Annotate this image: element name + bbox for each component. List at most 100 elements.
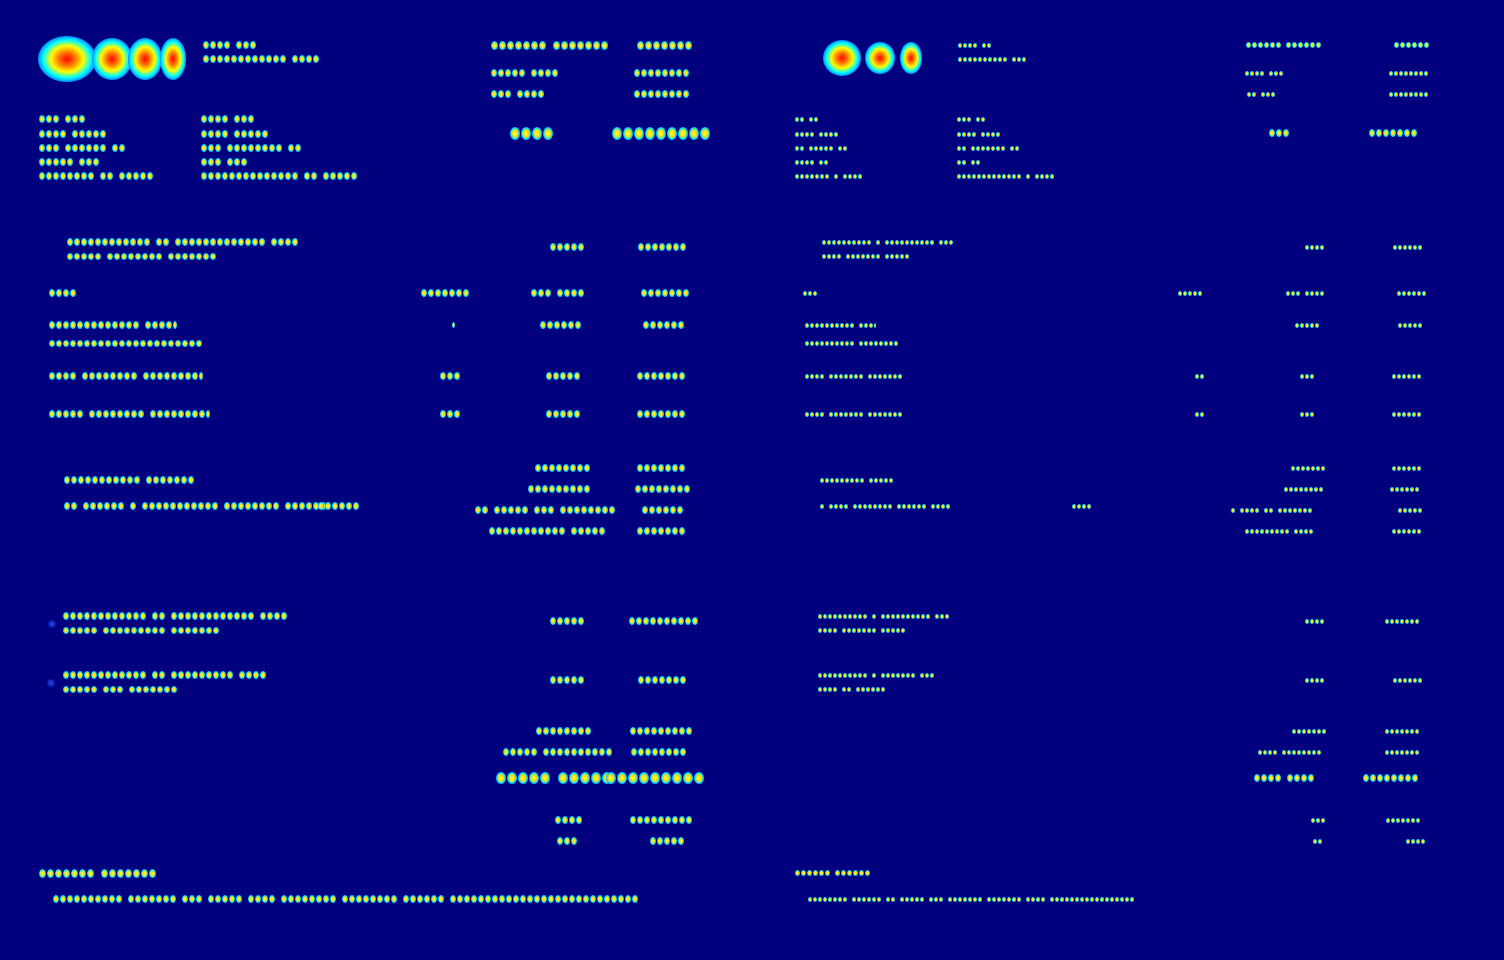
glyph-row xyxy=(795,145,847,151)
glyph-row xyxy=(958,42,991,48)
glyph-row xyxy=(555,816,582,824)
glyph-row xyxy=(1392,465,1421,471)
glyph-row xyxy=(1305,618,1324,624)
glyph-row xyxy=(1390,486,1419,492)
glyph-row xyxy=(557,837,577,845)
glyph-row xyxy=(550,676,584,684)
hotspot-blob xyxy=(900,42,922,74)
glyph-row xyxy=(818,613,949,619)
glyph-row xyxy=(1392,411,1421,417)
glyph-row xyxy=(203,55,319,63)
glyph-row xyxy=(957,145,1019,151)
glyph-row xyxy=(64,502,326,510)
glyph-row xyxy=(64,476,194,484)
glyph-row xyxy=(818,686,885,692)
glyph-row xyxy=(63,626,219,634)
glyph-row xyxy=(491,40,608,50)
glyph-row xyxy=(606,772,704,784)
glyph-row xyxy=(1245,70,1283,76)
glyph-row xyxy=(1269,129,1289,137)
hotspot-blob xyxy=(865,42,895,74)
glyph-row xyxy=(39,172,153,180)
glyph-row xyxy=(496,772,612,784)
glyph-row xyxy=(1389,91,1428,97)
faint-marker xyxy=(47,679,55,687)
glyph-row xyxy=(612,126,710,140)
hotspot-blob xyxy=(128,38,162,80)
glyph-row xyxy=(49,410,210,418)
glyph-row xyxy=(1311,817,1325,823)
glyph-row xyxy=(546,372,580,380)
glyph-row xyxy=(630,727,692,735)
glyph-row xyxy=(1245,528,1313,534)
glyph-row xyxy=(631,748,686,756)
glyph-row xyxy=(634,90,689,98)
glyph-row xyxy=(1363,774,1418,782)
glyph-row xyxy=(1178,290,1202,296)
glyph-row xyxy=(795,159,828,165)
hotspot-blob xyxy=(92,38,132,80)
glyph-row xyxy=(795,173,862,179)
glyph-row xyxy=(1292,728,1326,734)
glyph-row xyxy=(49,321,177,329)
glyph-row xyxy=(634,69,689,77)
glyph-row xyxy=(637,464,685,472)
glyph-row xyxy=(958,56,1026,62)
glyph-row xyxy=(421,289,469,297)
glyph-row xyxy=(540,321,581,329)
glyph-row xyxy=(957,173,1054,179)
glyph-row xyxy=(39,115,85,123)
glyph-row xyxy=(1072,503,1091,509)
glyph-row xyxy=(63,685,177,693)
glyph-row xyxy=(629,617,698,625)
glyph-row xyxy=(642,506,683,514)
glyph-row xyxy=(39,144,125,152)
glyph-row xyxy=(531,289,584,297)
glyph-row xyxy=(1247,91,1275,97)
glyph-row xyxy=(546,410,580,418)
glyph-row xyxy=(440,410,460,418)
hotspot-blob xyxy=(38,36,96,82)
glyph-row xyxy=(491,90,544,98)
glyph-row xyxy=(957,131,1000,137)
glyph-row xyxy=(1394,42,1429,48)
glyph-row xyxy=(1385,728,1419,734)
glyph-row xyxy=(39,868,156,878)
glyph-row xyxy=(820,503,950,509)
glyph-row xyxy=(638,676,686,684)
glyph-row xyxy=(1397,290,1426,296)
glyph-row xyxy=(1305,677,1324,683)
glyph-row xyxy=(818,672,934,678)
glyph-row xyxy=(475,506,615,514)
glyph-row xyxy=(1231,507,1312,513)
glyph-row xyxy=(650,837,684,845)
glyph-row xyxy=(1398,322,1422,328)
glyph-row xyxy=(528,485,590,493)
glyph-row xyxy=(1195,373,1204,379)
glyph-row xyxy=(535,464,590,472)
glyph-row xyxy=(1300,373,1314,379)
glyph-row xyxy=(641,289,689,297)
glyph-row xyxy=(440,372,460,380)
glyph-row xyxy=(805,411,902,417)
glyph-row xyxy=(63,671,266,679)
glyph-row xyxy=(795,116,818,122)
glyph-row xyxy=(637,410,685,418)
hotspot-blob xyxy=(823,40,861,76)
glyph-row xyxy=(637,372,685,380)
glyph-row xyxy=(1393,677,1422,683)
glyph-row xyxy=(49,372,203,380)
glyph-row xyxy=(818,627,905,633)
glyph-row xyxy=(491,69,558,77)
glyph-row xyxy=(1291,465,1325,471)
hotspot-blob xyxy=(160,38,186,80)
glyph-row xyxy=(49,339,202,347)
glyph-row xyxy=(630,816,692,824)
glyph-row xyxy=(39,130,106,138)
glyph-row xyxy=(803,290,817,296)
glyph-row xyxy=(1295,322,1319,328)
glyph-row xyxy=(201,115,254,123)
glyph-row xyxy=(638,243,686,251)
glyph-row xyxy=(1254,774,1314,782)
glyph-row xyxy=(452,322,455,328)
